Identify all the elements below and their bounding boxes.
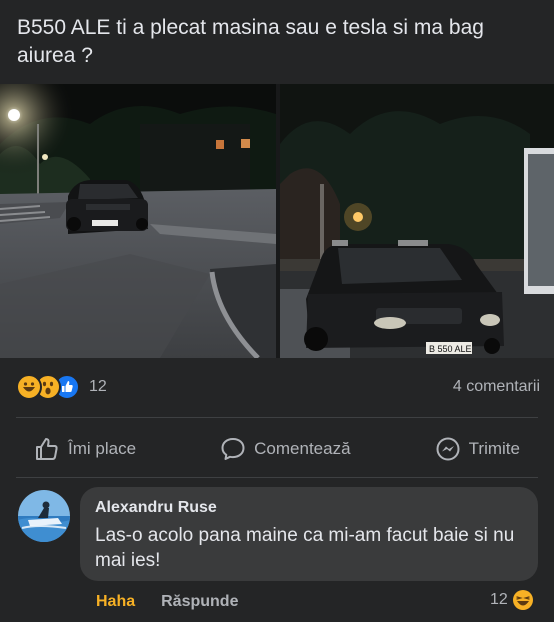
share-label: Trimite xyxy=(468,439,520,458)
reply-button[interactable]: Răspunde xyxy=(161,593,238,611)
like-label: Îmi place xyxy=(68,439,137,458)
post-text: B550 ALE ti a plecat masina sau e tesla … xyxy=(17,16,484,67)
comment-reaction-summary[interactable]: 12 xyxy=(490,589,534,611)
thumbs-up-icon xyxy=(36,438,58,460)
reaction-count: 12 xyxy=(89,378,107,395)
car-left xyxy=(66,180,148,234)
comment-button[interactable]: Comentează xyxy=(202,432,368,466)
comment-actions: Haha Răspunde xyxy=(96,593,238,611)
haha-reaction-button[interactable]: Haha xyxy=(96,593,135,611)
parked-car-photo: B 550 ALE xyxy=(280,84,554,358)
comment-bubble-icon xyxy=(221,438,245,460)
comment-bubble: Alexandru Ruse Las-o acolo pana maine ca… xyxy=(80,487,538,581)
post-actions: Îmi place Comentează Trimite xyxy=(16,430,538,468)
comment-label: Comentează xyxy=(254,439,351,458)
post-stats: 12 4 comentarii xyxy=(16,374,540,400)
comment-reaction-count: 12 xyxy=(490,591,508,608)
share-button[interactable]: Trimite xyxy=(417,432,538,466)
like-button[interactable]: Îmi place xyxy=(16,432,154,466)
photo-right[interactable]: B 550 ALE xyxy=(280,84,554,358)
avatar-jetski-image xyxy=(18,490,70,542)
post-photos[interactable]: B 550 ALE xyxy=(0,84,554,358)
haha-reaction-icon xyxy=(16,374,42,400)
divider-top xyxy=(16,417,538,418)
night-street-photo xyxy=(0,84,276,358)
haha-icon xyxy=(512,590,533,610)
comment-text: Las-o acolo pana maine ca mi-am facut ba… xyxy=(95,525,515,571)
messenger-icon xyxy=(436,437,460,461)
avatar[interactable] xyxy=(18,490,70,542)
license-plate-text: B 550 ALE xyxy=(429,344,472,354)
photo-left[interactable] xyxy=(0,84,276,358)
divider-bottom xyxy=(16,477,538,478)
comment-author[interactable]: Alexandru Ruse xyxy=(95,499,217,517)
reaction-summary[interactable]: 12 xyxy=(16,374,107,400)
comments-count-link[interactable]: 4 comentarii xyxy=(453,378,540,396)
